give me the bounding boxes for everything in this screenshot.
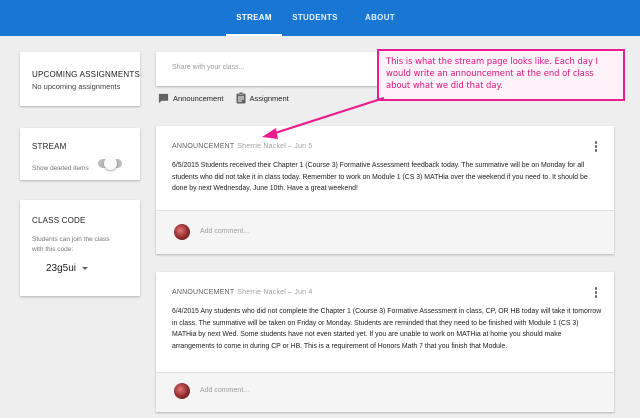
- stream-settings-title: STREAM: [32, 142, 67, 151]
- add-comment-input[interactable]: Add comment...: [200, 387, 249, 394]
- caret-down-icon: [82, 266, 89, 270]
- assignment-icon: [236, 92, 246, 104]
- class-code-description: Students can join the class with this co…: [32, 236, 110, 253]
- post-type: ANNOUNCEMENT: [172, 289, 235, 296]
- post-body: 6/5/2015 Students received their Chapter…: [172, 162, 588, 192]
- post-header: ANNOUNCEMENT Sherrie Nackel – Jun 5: [172, 143, 313, 150]
- top-app-bar: STREAM STUDENTS ABOUT: [0, 0, 640, 36]
- announcement-post: ANNOUNCEMENT Sherrie Nackel – Jun 4 6/4/2…: [156, 272, 614, 412]
- upcoming-assignments-title: UPCOMING ASSIGNMENTS: [32, 70, 141, 79]
- class-code-title: CLASS CODE: [32, 216, 86, 225]
- post-author: Sherrie Nackel – Jun 5: [237, 143, 313, 150]
- assignment-button[interactable]: Assignment: [236, 92, 289, 104]
- comment-bar: Add comment...: [156, 210, 614, 254]
- announcement-post: ANNOUNCEMENT Sherrie Nackel – Jun 5 6/5/2…: [156, 126, 614, 254]
- tab-students[interactable]: STUDENTS: [284, 0, 346, 36]
- post-body: 6/4/2015 Any students who did not comple…: [172, 308, 602, 350]
- tab-about[interactable]: ABOUT: [354, 0, 406, 36]
- class-code-value: 23g5ui: [46, 263, 77, 274]
- post-header: ANNOUNCEMENT Sherrie Nackel – Jun 4: [172, 289, 313, 296]
- stream-settings-card: STREAM Show deleted items: [20, 128, 140, 180]
- announcement-button[interactable]: Announcement: [158, 93, 223, 104]
- upcoming-assignments-text: No upcoming assignments: [32, 82, 121, 91]
- assignment-label: Assignment: [249, 93, 289, 103]
- upcoming-assignments-card: UPCOMING ASSIGNMENTS No upcoming assignm…: [20, 52, 140, 106]
- post-type: ANNOUNCEMENT: [172, 143, 235, 150]
- add-comment-input[interactable]: Add comment...: [200, 228, 249, 235]
- show-deleted-toggle-knob[interactable]: [104, 157, 117, 170]
- tab-stream[interactable]: STREAM: [226, 0, 282, 36]
- composer-actions: Announcement Assignment: [158, 92, 299, 108]
- avatar: [174, 383, 190, 399]
- class-code-selector[interactable]: 23g5ui: [46, 263, 140, 274]
- more-vert-icon[interactable]: [594, 287, 598, 299]
- show-deleted-row: Show deleted items: [32, 157, 140, 172]
- class-code-card: CLASS CODE Students can join the class w…: [20, 200, 140, 296]
- announcement-label: Announcement: [173, 94, 224, 103]
- announcement-icon: [158, 93, 169, 104]
- comment-bar: Add comment...: [156, 372, 614, 412]
- more-vert-icon[interactable]: [594, 141, 598, 153]
- avatar: [174, 224, 190, 240]
- show-deleted-label: Show deleted items: [32, 165, 89, 172]
- post-author: Sherrie Nackel – Jun 4: [237, 289, 313, 296]
- annotation-callout: This is what the stream page looks like.…: [377, 49, 625, 101]
